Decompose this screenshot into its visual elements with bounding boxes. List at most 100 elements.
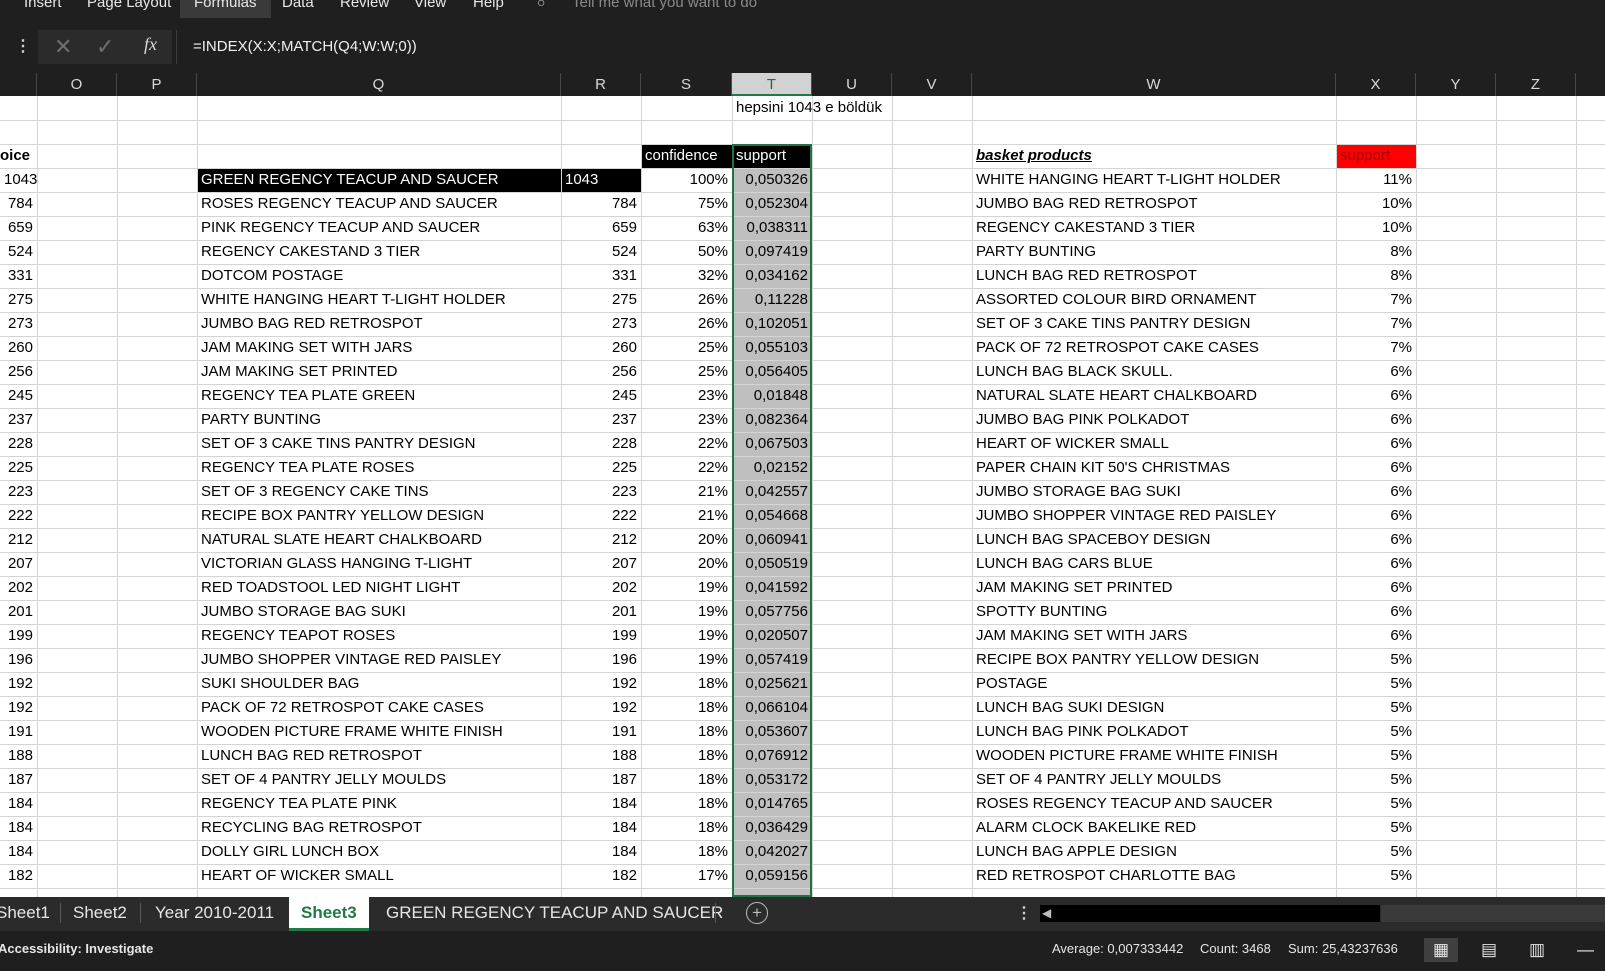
cell-w[interactable]: ASSORTED COLOUR BIRD ORNAMENT	[972, 288, 1336, 312]
tab-help[interactable]: Help	[473, 0, 504, 18]
cell-w[interactable]: JAM MAKING SET PRINTED	[972, 576, 1336, 600]
cell-r[interactable]: 659	[561, 216, 641, 240]
cell-o[interactable]: 184	[0, 840, 37, 864]
tab-page-layout[interactable]: Page Layout	[87, 0, 171, 18]
cell-o[interactable]: 245	[0, 384, 37, 408]
cell-o[interactable]: 331	[0, 264, 37, 288]
cell-s[interactable]: 18%	[641, 672, 732, 696]
cell-q[interactable]: HEART OF WICKER SMALL	[197, 864, 561, 888]
x-support-header-cell[interactable]: support	[1336, 144, 1416, 168]
cell-o[interactable]: 182	[0, 864, 37, 888]
cell-w[interactable]: SET OF 3 CAKE TINS PANTRY DESIGN	[972, 312, 1336, 336]
cell-r[interactable]: 331	[561, 264, 641, 288]
cell-s[interactable]: 20%	[641, 552, 732, 576]
cell-x[interactable]: 6%	[1336, 504, 1416, 528]
cell-o[interactable]: 256	[0, 360, 37, 384]
cell-r[interactable]: 223	[561, 480, 641, 504]
cell-r[interactable]: 201	[561, 600, 641, 624]
cell-s[interactable]: 19%	[641, 624, 732, 648]
cell-o[interactable]: 196	[0, 648, 37, 672]
cell-r[interactable]: 212	[561, 528, 641, 552]
cell-s[interactable]: 50%	[641, 240, 732, 264]
cell-q[interactable]: LUNCH BAG RED RETROSPOT	[197, 744, 561, 768]
column-header-w[interactable]: W	[972, 73, 1336, 96]
more-sheets-icon[interactable]: ⋮	[1016, 903, 1032, 923]
cell-w[interactable]: JUMBO STORAGE BAG SUKI	[972, 480, 1336, 504]
cancel-icon[interactable]: ✕	[54, 34, 72, 60]
cell-x[interactable]: 5%	[1336, 744, 1416, 768]
cell-w[interactable]: LUNCH BAG PINK POLKADOT	[972, 720, 1336, 744]
cell-o[interactable]: 207	[0, 552, 37, 576]
cell-s[interactable]: 19%	[641, 600, 732, 624]
cell-w[interactable]: LUNCH BAG SPACEBOY DESIGN	[972, 528, 1336, 552]
cell-x[interactable]: 5%	[1336, 816, 1416, 840]
cell-w[interactable]: REGENCY CAKESTAND 3 TIER	[972, 216, 1336, 240]
cell-r[interactable]: 188	[561, 744, 641, 768]
cell-x[interactable]: 6%	[1336, 528, 1416, 552]
page-break-view-icon[interactable]: ▥	[1520, 938, 1554, 962]
cell-q[interactable]: SET OF 3 REGENCY CAKE TINS	[197, 480, 561, 504]
cell-x[interactable]: 5%	[1336, 792, 1416, 816]
cell-r[interactable]: 245	[561, 384, 641, 408]
cell-o[interactable]: 237	[0, 408, 37, 432]
cell-s[interactable]: 75%	[641, 192, 732, 216]
more-options-icon[interactable]: ⋮	[15, 36, 31, 56]
cell-r[interactable]: 256	[561, 360, 641, 384]
cell-o[interactable]: 659	[0, 216, 37, 240]
cell-s[interactable]: 22%	[641, 456, 732, 480]
cell-x[interactable]: 10%	[1336, 216, 1416, 240]
cell-r[interactable]: 196	[561, 648, 641, 672]
cell-s[interactable]: 63%	[641, 216, 732, 240]
cell-q[interactable]: JAM MAKING SET PRINTED	[197, 360, 561, 384]
cell-x[interactable]: 6%	[1336, 552, 1416, 576]
tab-formulas[interactable]: Formulas	[180, 0, 271, 18]
cell-s[interactable]: 20%	[641, 528, 732, 552]
basket-products-header-cell[interactable]: basket products	[972, 144, 1336, 168]
cell-r[interactable]: 182	[561, 864, 641, 888]
cell-w[interactable]: RED RETROSPOT CHARLOTTE BAG	[972, 864, 1336, 888]
confidence-header-cell[interactable]: confidence	[641, 144, 732, 168]
cell-q[interactable]: PINK REGENCY TEACUP AND SAUCER	[197, 216, 561, 240]
cell-s[interactable]: 32%	[641, 264, 732, 288]
tab-data[interactable]: Data	[282, 0, 314, 18]
tab-review[interactable]: Review	[340, 0, 389, 18]
cell-s[interactable]: 23%	[641, 408, 732, 432]
cell-s[interactable]: 26%	[641, 288, 732, 312]
normal-view-icon[interactable]: ▦	[1424, 938, 1458, 962]
cell-q[interactable]: RECIPE BOX PANTRY YELLOW DESIGN	[197, 504, 561, 528]
cell-o[interactable]: 191	[0, 720, 37, 744]
cell-w[interactable]: PAPER CHAIN KIT 50'S CHRISTMAS	[972, 456, 1336, 480]
cell-q[interactable]: SET OF 4 PANTRY JELLY MOULDS	[197, 768, 561, 792]
cell-o[interactable]: 1043	[0, 168, 37, 192]
cell-r[interactable]: 184	[561, 792, 641, 816]
cell-s[interactable]: 18%	[641, 840, 732, 864]
cell-r[interactable]: 199	[561, 624, 641, 648]
cell-x[interactable]: 5%	[1336, 768, 1416, 792]
scrollbar-track[interactable]	[1381, 905, 1605, 922]
cell-s[interactable]: 18%	[641, 768, 732, 792]
cell-w[interactable]: PARTY BUNTING	[972, 240, 1336, 264]
o-header-cell[interactable]: oice	[0, 144, 37, 168]
cell-o[interactable]: 212	[0, 528, 37, 552]
cell-r[interactable]: 228	[561, 432, 641, 456]
cell-s[interactable]: 18%	[641, 816, 732, 840]
cell-r[interactable]: 187	[561, 768, 641, 792]
cell-q[interactable]: DOTCOM POSTAGE	[197, 264, 561, 288]
spreadsheet-grid[interactable]: hepsini 1043 e böldük oice confidence su…	[0, 96, 1605, 897]
cell-q[interactable]: REGENCY TEA PLATE PINK	[197, 792, 561, 816]
cell-x[interactable]: 6%	[1336, 456, 1416, 480]
cell-w[interactable]: SET OF 4 PANTRY JELLY MOULDS	[972, 768, 1336, 792]
cell-r[interactable]: 275	[561, 288, 641, 312]
column-header-x[interactable]: X	[1336, 73, 1416, 96]
cell-q[interactable]: ROSES REGENCY TEACUP AND SAUCER	[197, 192, 561, 216]
cell-q[interactable]: RECYCLING BAG RETROSPOT	[197, 816, 561, 840]
cell-w[interactable]: POSTAGE	[972, 672, 1336, 696]
enter-icon[interactable]: ✓	[96, 34, 114, 60]
column-header-z[interactable]: Z	[1496, 73, 1576, 96]
column-header-partial[interactable]	[0, 73, 37, 96]
cell-x[interactable]: 5%	[1336, 864, 1416, 888]
column-header-o[interactable]: O	[37, 73, 117, 96]
cell-o[interactable]: 228	[0, 432, 37, 456]
cell-s[interactable]: 18%	[641, 720, 732, 744]
cell-q[interactable]: REGENCY TEAPOT ROSES	[197, 624, 561, 648]
